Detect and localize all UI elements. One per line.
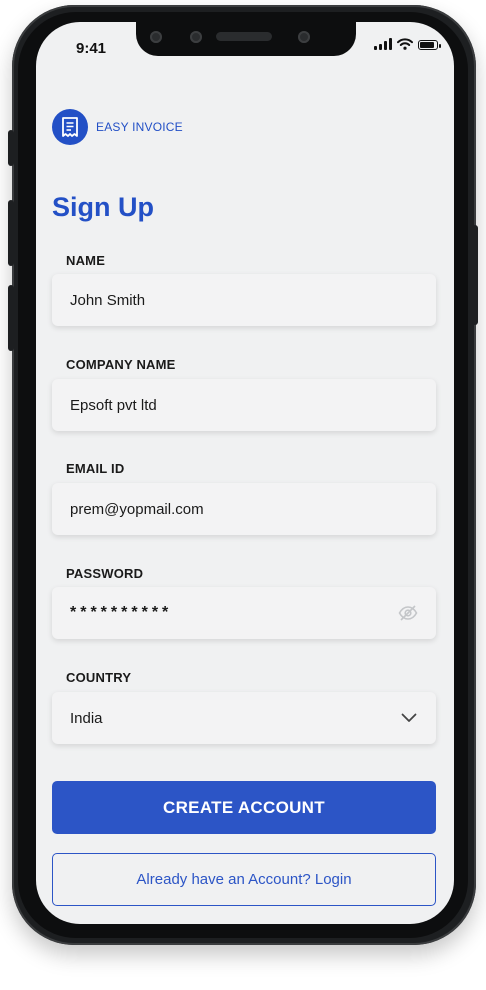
email-value: prem@yopmail.com [70,500,204,518]
login-link-button[interactable]: Already have an Account? Login [52,853,436,906]
battery-icon [418,40,441,50]
country-select[interactable]: India [52,692,436,744]
notch [136,22,356,56]
password-label: PASSWORD [66,566,144,581]
password-value: ********** [70,604,173,621]
email-field[interactable]: prem@yopmail.com [52,483,436,535]
status-time: 9:41 [76,40,107,57]
power-button [472,225,478,325]
brand-name: EASY INVOICE [96,120,183,134]
chevron-down-icon [400,709,418,727]
speaker-grille [216,32,272,41]
password-field[interactable]: ********** [52,587,436,639]
signal-icon [374,38,392,50]
eye-off-icon[interactable] [398,603,418,623]
brand: EASY INVOICE [52,109,183,145]
sensor-icon [190,31,202,43]
invoice-icon [52,109,88,145]
name-field[interactable]: John Smith [52,274,436,326]
volume-up-button [8,200,14,266]
camera-icon [150,31,162,43]
country-label: COUNTRY [66,670,132,685]
volume-down-button [8,285,14,351]
create-account-button[interactable]: CREATE ACCOUNT [52,781,436,834]
proximity-sensor-icon [298,31,310,43]
status-icons [374,38,441,50]
company-field[interactable]: Epsoft pvt ltd [52,379,436,431]
name-label: NAME [66,253,106,268]
company-label: COMPANY NAME [66,357,176,372]
page-title: Sign Up [52,192,154,222]
name-value: John Smith [70,291,146,309]
mute-switch [8,130,14,166]
country-value: India [70,709,103,727]
wifi-icon [397,38,413,50]
app-screen: 9:41 EASY INVOICE Sign Up NAME John Smit… [36,22,454,924]
company-value: Epsoft pvt ltd [70,396,157,414]
email-label: EMAIL ID [66,461,125,476]
